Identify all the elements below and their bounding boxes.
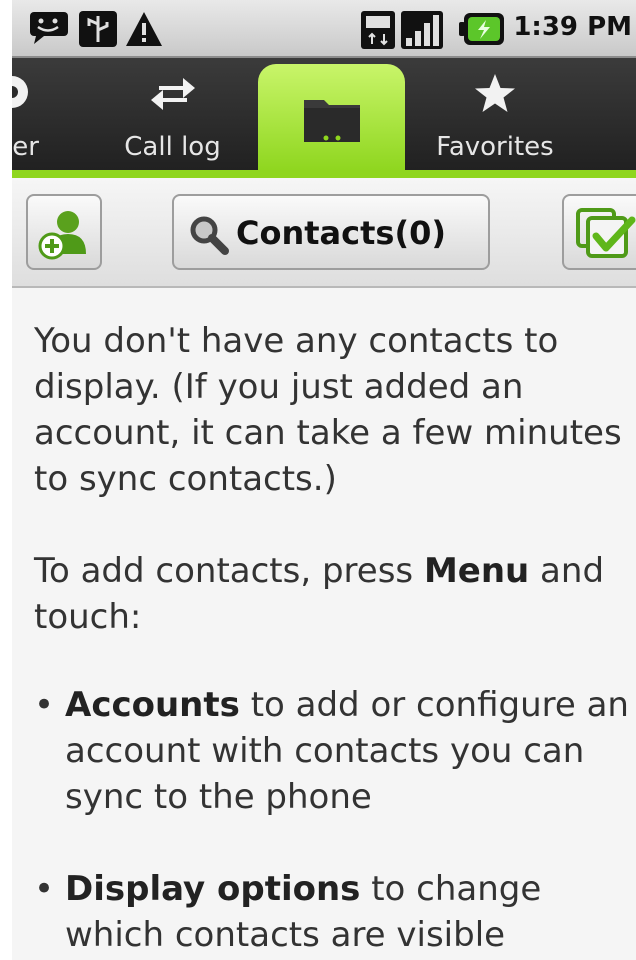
display-options-keyword: Display options: [65, 869, 361, 909]
folder-icon: [303, 100, 360, 142]
tab-dialer[interactable]: ler: [12, 58, 92, 170]
tab-favorites-label: Favorites: [436, 132, 554, 162]
bullet-dot: •: [34, 685, 55, 725]
list-item-display-options: • Display options to change which contac…: [34, 866, 630, 958]
tab-favorites[interactable]: Favorites: [420, 58, 570, 170]
add-contact-icon: [38, 211, 86, 260]
talk-icon: [30, 12, 68, 44]
battery-charging-icon: [459, 13, 504, 45]
contacts-action-bar: Contacts(0): [12, 178, 636, 288]
multi-select-check-icon: [576, 208, 636, 258]
no-contacts-text: You don't have any contacts to display. …: [34, 321, 622, 499]
bullet-dot: •: [34, 869, 55, 909]
tab-selected-underline: [12, 170, 636, 178]
star-icon: [475, 74, 515, 112]
empty-contacts-message: You don't have any contacts to display. …: [12, 288, 636, 960]
call-log-arrows-icon: [150, 78, 195, 110]
screen-edge: [0, 0, 12, 960]
accounts-keyword: Accounts: [65, 685, 240, 725]
add-contacts-instructions: To add contacts, press Menu and touch:: [34, 548, 624, 640]
tab-dialer-label: ler: [12, 132, 39, 162]
list-item-accounts: • Accounts to add or configure an accoun…: [34, 682, 630, 820]
clock: 1:39 PM: [513, 12, 632, 42]
signal-icon: [401, 11, 443, 49]
instructions-text-start: To add contacts, press: [34, 551, 424, 591]
warning-icon: [126, 12, 162, 46]
tab-call-log[interactable]: Call log: [110, 58, 235, 170]
search-icon: [190, 216, 229, 255]
select-multiple-button[interactable]: [562, 194, 636, 270]
phone-icon: [12, 76, 28, 108]
status-bar: 1:39 PM: [12, 0, 636, 58]
tab-contacts[interactable]: [258, 64, 405, 178]
search-contacts-button[interactable]: Contacts(0): [172, 194, 490, 270]
3g-icon: [361, 11, 395, 49]
add-contact-button[interactable]: [26, 194, 102, 270]
tab-call-log-label: Call log: [124, 132, 221, 162]
usb-icon: [79, 11, 117, 47]
menu-keyword: Menu: [423, 551, 530, 591]
search-contacts-label: Contacts(0): [236, 214, 446, 252]
